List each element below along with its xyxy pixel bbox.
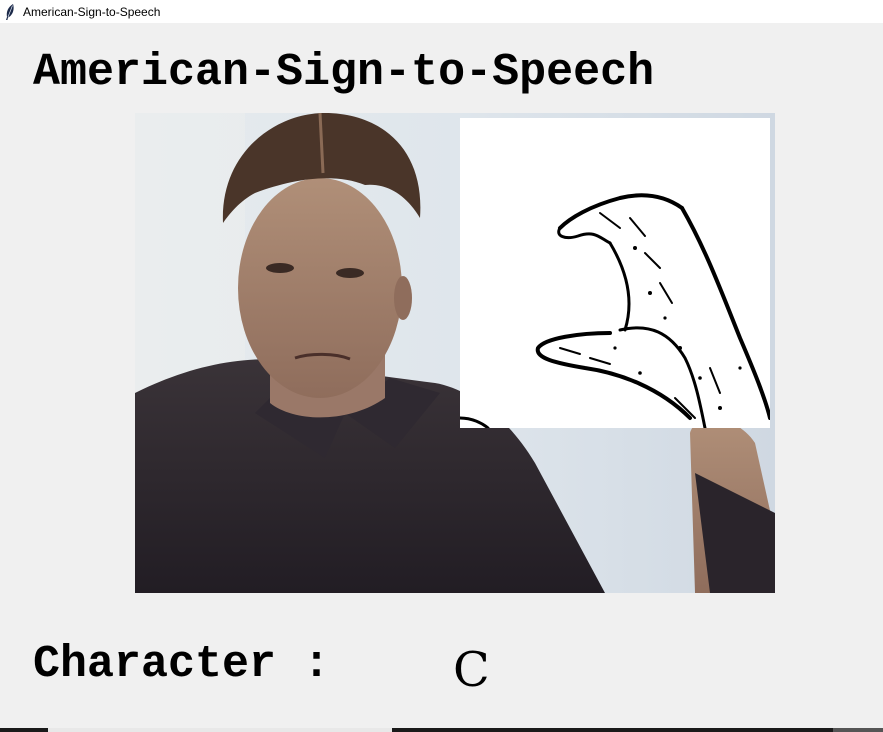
feather-icon — [6, 3, 14, 20]
hand-mask-image — [460, 118, 770, 428]
window-title: American-Sign-to-Speech — [23, 4, 161, 19]
taskbar-active-item[interactable] — [48, 728, 392, 732]
title-bar[interactable]: American-Sign-to-Speech — [0, 0, 883, 23]
hand-outline-drawing — [460, 193, 770, 428]
taskbar-strip — [0, 728, 883, 732]
predicted-character: C — [453, 642, 490, 698]
taskbar-right-item[interactable] — [833, 728, 883, 732]
app-heading: American-Sign-to-Speech — [33, 47, 655, 98]
character-label: Character : — [33, 639, 331, 690]
app-window: American-Sign-to-Speech American-Sign-to… — [0, 0, 883, 732]
